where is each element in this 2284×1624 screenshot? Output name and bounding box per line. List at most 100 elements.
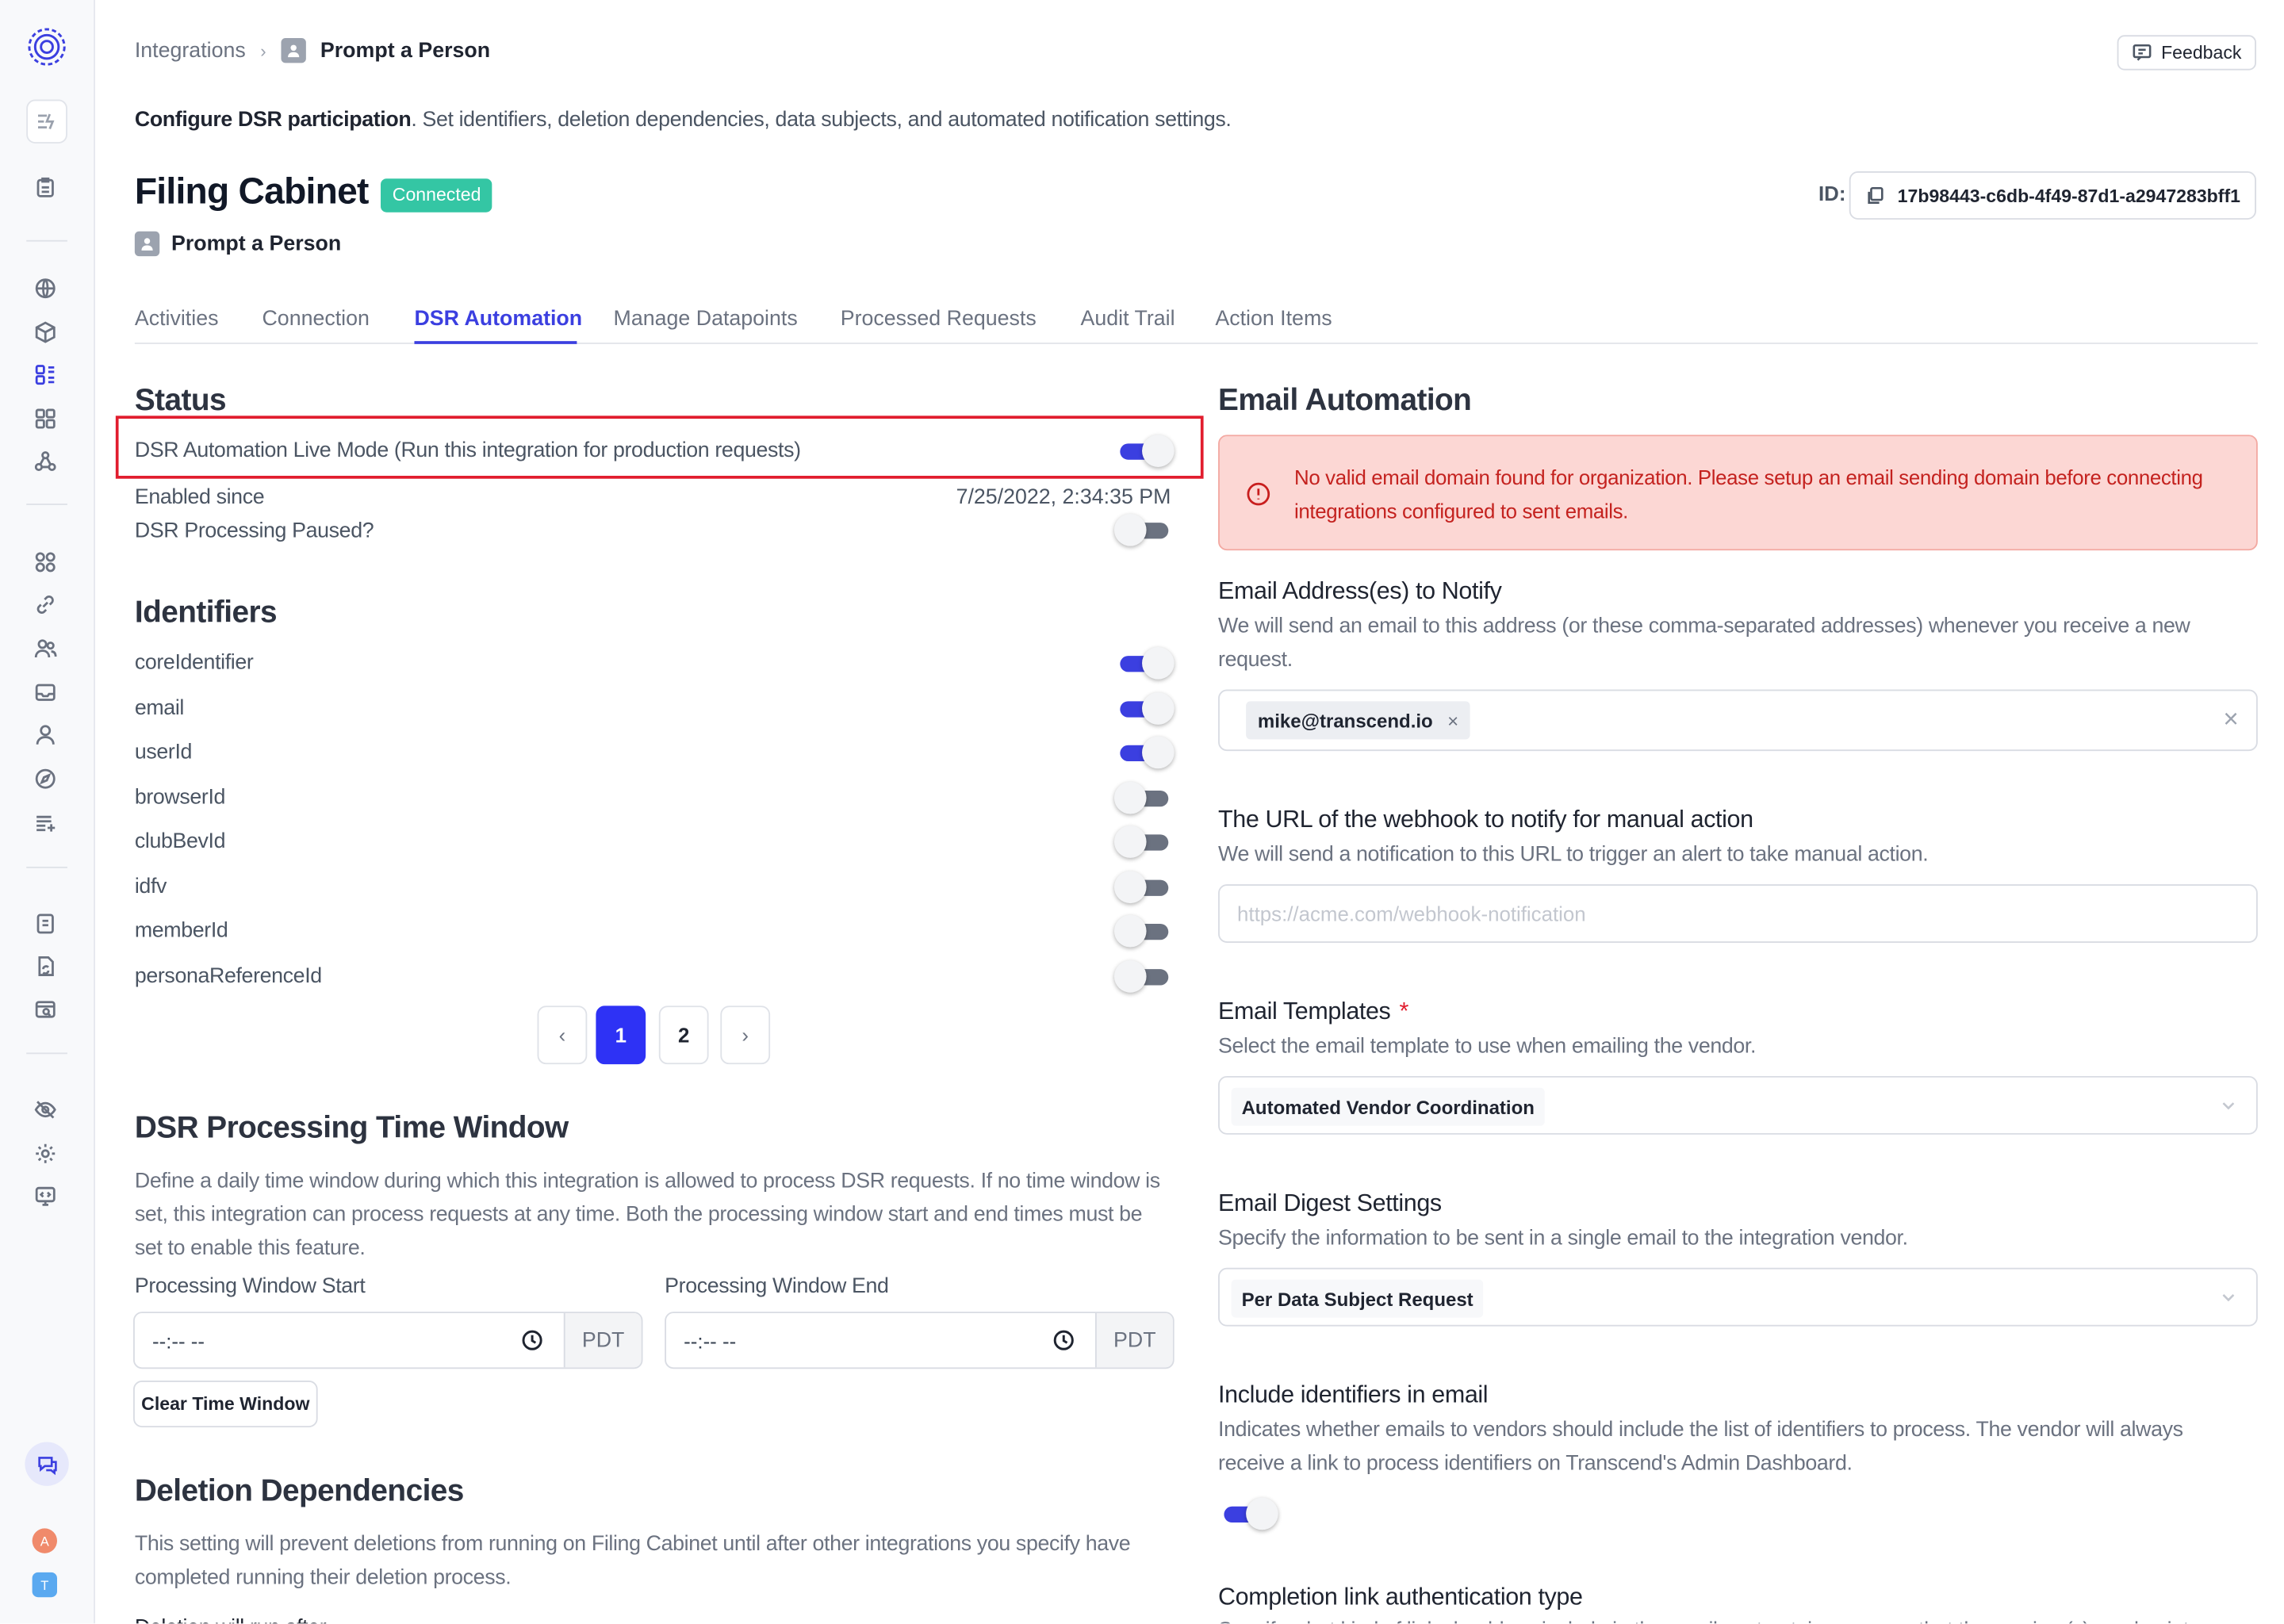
- time-window-heading: DSR Processing Time Window: [134, 1111, 569, 1145]
- deletion-description: This setting will prevent deletions from…: [134, 1532, 1131, 1590]
- grid-icon[interactable]: [33, 405, 59, 431]
- monitor-code-icon[interactable]: [33, 1183, 59, 1209]
- active-tab-indicator: [414, 341, 577, 344]
- identifier-toggle-clubBevId[interactable]: [1113, 824, 1173, 859]
- tab-connection[interactable]: Connection: [262, 308, 369, 331]
- list-add-icon[interactable]: [33, 810, 59, 836]
- deletion-heading: Deletion Dependencies: [134, 1474, 465, 1508]
- identifier-toggle-browserId[interactable]: [1113, 779, 1173, 814]
- copy-id-button[interactable]: 17b98443-c6db-4f49-87d1-a2947283bff1: [1849, 171, 2256, 220]
- document-shield-icon[interactable]: [33, 910, 59, 936]
- identifiers-heading: Identifiers: [134, 596, 278, 630]
- templates-help: Select the email template to use when em…: [1218, 1035, 1757, 1059]
- document-sync-icon[interactable]: [33, 953, 59, 979]
- inbox-icon[interactable]: [33, 680, 59, 706]
- clipboard-icon[interactable]: [33, 174, 59, 201]
- paused-toggle[interactable]: [1113, 512, 1173, 547]
- window-start-input[interactable]: --:-- -- PDT: [133, 1312, 643, 1369]
- webhook-url-input[interactable]: https://acme.com/webhook-notification: [1218, 884, 2258, 943]
- webhook-help: We will send a notification to this URL …: [1218, 843, 1929, 867]
- webhook-placeholder: https://acme.com/webhook-notification: [1237, 902, 1586, 925]
- chat-icon[interactable]: [25, 1442, 69, 1486]
- tab-action-items[interactable]: Action Items: [1215, 308, 1332, 331]
- subtitle-rest: . Set identifiers, deletion dependencies…: [411, 108, 1232, 132]
- avatar-initial: A: [40, 1533, 49, 1549]
- clear-icon[interactable]: ×: [2223, 704, 2238, 735]
- webhook-label: The URL of the webhook to notify for man…: [1218, 806, 1753, 833]
- page-number: 1: [615, 1023, 627, 1048]
- tab-activities[interactable]: Activities: [135, 308, 219, 331]
- clock-icon[interactable]: [521, 1329, 543, 1351]
- team-avatar[interactable]: T: [32, 1572, 58, 1598]
- window-end-input[interactable]: --:-- -- PDT: [665, 1312, 1175, 1369]
- time-value: --:-- --: [152, 1328, 205, 1352]
- id-label: ID:: [1818, 181, 1846, 205]
- chevron-right-icon: ›: [260, 40, 266, 61]
- prev-page-button[interactable]: ‹: [537, 1005, 588, 1065]
- identifier-label: userId: [134, 741, 193, 764]
- page-1-button[interactable]: 1: [596, 1005, 646, 1065]
- identifier-toggle-email[interactable]: [1114, 690, 1175, 725]
- templates-select[interactable]: Automated Vendor Coordination: [1218, 1075, 2258, 1135]
- users-icon[interactable]: [33, 635, 59, 661]
- digest-select[interactable]: Per Data Subject Request: [1218, 1267, 2258, 1327]
- alert-circle-icon: [1246, 481, 1270, 506]
- sidebar-divider: [26, 239, 67, 242]
- include-identifiers-toggle[interactable]: [1218, 1496, 1278, 1531]
- clear-time-window-button[interactable]: Clear Time Window: [133, 1380, 318, 1428]
- quick-actions-icon[interactable]: [26, 99, 67, 144]
- user-avatar[interactable]: A: [32, 1528, 58, 1553]
- chevron-down-icon[interactable]: [2218, 1095, 2239, 1116]
- compass-icon[interactable]: [33, 766, 59, 792]
- notify-help: We will send an email to this address (o…: [1218, 615, 2190, 672]
- tab-dsr-automation[interactable]: DSR Automation: [414, 308, 582, 331]
- link-icon[interactable]: [33, 592, 59, 618]
- person-icon[interactable]: [33, 722, 59, 748]
- tab-manage-datapoints[interactable]: Manage Datapoints: [614, 308, 798, 331]
- identifier-toggle-personaReferenceId[interactable]: [1113, 958, 1173, 993]
- network-icon[interactable]: [33, 448, 59, 474]
- integrations-icon[interactable]: [33, 362, 59, 388]
- status-heading: Status: [134, 383, 227, 418]
- identifier-toggle-coreIdentifier[interactable]: [1114, 645, 1175, 680]
- status-badge: Connected: [381, 178, 493, 213]
- person-icon: [281, 38, 306, 63]
- sidebar-divider: [26, 866, 67, 868]
- breadcrumb-integrations-link[interactable]: Integrations: [135, 39, 246, 63]
- timezone-label: PDT: [1094, 1313, 1173, 1368]
- globe-icon[interactable]: [33, 275, 59, 301]
- next-page-button[interactable]: ›: [720, 1005, 771, 1065]
- email-chip: mike@transcend.io ×: [1246, 701, 1470, 740]
- identifier-toggle-userId[interactable]: [1114, 735, 1175, 770]
- enabled-since-value: 7/25/2022, 2:34:35 PM: [956, 485, 1171, 510]
- notify-email-input[interactable]: mike@transcend.io × ×: [1218, 689, 2258, 752]
- sidebar: A T: [0, 0, 96, 1624]
- page-2-button[interactable]: 2: [658, 1005, 709, 1065]
- chevron-down-icon[interactable]: [2218, 1287, 2239, 1308]
- identifier-label: browserId: [134, 785, 226, 810]
- timezone-label: PDT: [563, 1313, 642, 1368]
- identifier-label: coreIdentifier: [134, 651, 254, 676]
- time-window-description: Define a daily time window during which …: [134, 1170, 1160, 1261]
- gear-icon[interactable]: [33, 1140, 59, 1166]
- eye-off-icon[interactable]: [33, 1097, 59, 1123]
- apps-icon[interactable]: [33, 549, 59, 575]
- transcend-logo-icon[interactable]: [26, 26, 67, 67]
- identifier-label: email: [134, 695, 185, 720]
- subtitle-bold: Configure DSR participation: [134, 108, 412, 132]
- identifier-toggle-idfv[interactable]: [1113, 869, 1173, 904]
- clock-icon[interactable]: [1052, 1329, 1075, 1351]
- tab-processed-requests[interactable]: Processed Requests: [841, 308, 1037, 331]
- paused-label: DSR Processing Paused?: [134, 519, 374, 543]
- cube-icon[interactable]: [33, 319, 59, 345]
- chevron-left-icon: ‹: [558, 1023, 566, 1048]
- time-value: --:-- --: [684, 1328, 737, 1352]
- identifier-label: personaReferenceId: [134, 963, 322, 988]
- browser-search-icon[interactable]: [33, 997, 59, 1023]
- live-mode-toggle[interactable]: [1114, 433, 1175, 468]
- tab-audit-trail[interactable]: Audit Trail: [1080, 308, 1175, 331]
- templates-selected-value: Automated Vendor Coordination: [1231, 1087, 1545, 1126]
- feedback-button[interactable]: Feedback: [2117, 35, 2256, 71]
- identifier-toggle-memberId[interactable]: [1113, 914, 1173, 948]
- remove-chip-icon[interactable]: ×: [1447, 709, 1458, 731]
